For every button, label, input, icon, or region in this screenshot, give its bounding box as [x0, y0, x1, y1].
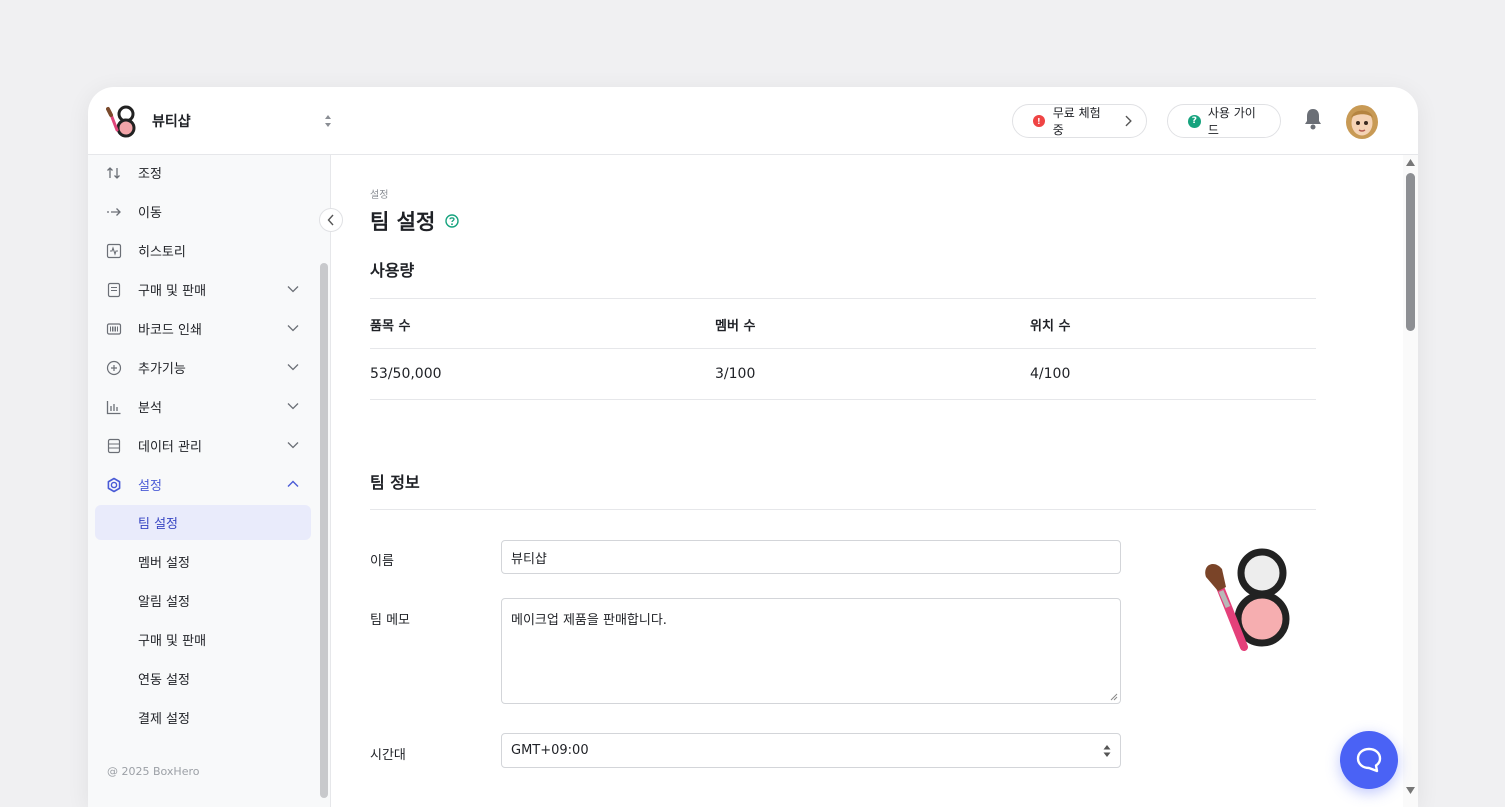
help-icon: ? — [1188, 114, 1201, 128]
barcode-icon — [106, 321, 122, 337]
timezone-value: GMT+09:00 — [511, 743, 589, 758]
sidebar-item-adjust[interactable]: 조정 — [95, 155, 311, 190]
sidebar-item-add-ons[interactable]: 추가기능 — [95, 350, 311, 385]
sidebar-item-label: 분석 — [138, 401, 162, 416]
sidebar-item-label: 설정 — [138, 479, 162, 494]
page-title: 팀 설정 — [370, 206, 459, 236]
notification-bell-icon[interactable] — [1304, 108, 1322, 130]
user-guide-button[interactable]: ? 사용 가이드 — [1167, 104, 1281, 138]
team-name: 뷰티샵 — [152, 114, 191, 130]
team-memo-text: 메이크업 제품을 판매합니다. — [511, 613, 667, 628]
free-trial-button[interactable]: ! 무료 체험 중 — [1012, 104, 1147, 138]
sidebar-item-history[interactable]: 히스토리 — [95, 233, 311, 268]
sidebar-item-label: 추가기능 — [138, 362, 186, 377]
sidebar: 조정 이동 히스토리 구매 및 판매 바코드 인쇄 추가기능 분석 데이터 관리… — [88, 155, 331, 807]
timezone-label: 시간대 — [370, 748, 406, 763]
chevron-up-icon — [287, 480, 299, 487]
name-label: 이름 — [370, 554, 394, 569]
team-info-section-title: 팀 정보 — [370, 473, 420, 492]
sidebar-item-settings[interactable]: 설정 — [95, 467, 311, 502]
sidebar-item-label: 이동 — [138, 206, 162, 221]
chevron-left-icon — [327, 214, 334, 226]
sidebar-item-data-management[interactable]: 데이터 관리 — [95, 428, 311, 463]
team-switcher[interactable]: 뷰티샵 — [106, 104, 332, 138]
sort-arrows-icon — [1103, 745, 1111, 757]
sidebar-scrollbar[interactable] — [320, 263, 328, 798]
divider — [370, 399, 1316, 400]
copyright-text: @ 2025 BoxHero — [107, 765, 200, 778]
resize-handle-icon[interactable] — [1110, 693, 1118, 701]
sidebar-item-label: 데이터 관리 — [138, 440, 202, 455]
bar-chart-icon — [106, 399, 122, 415]
scroll-up-arrow-icon[interactable] — [1406, 159, 1415, 166]
sidebar-item-move[interactable]: 이동 — [95, 194, 311, 229]
main-scrollbar-thumb[interactable] — [1406, 173, 1415, 331]
chevron-down-icon — [287, 364, 299, 371]
sidebar-subitem-member-settings[interactable]: 멤버 설정 — [95, 544, 311, 579]
gear-icon — [106, 477, 122, 493]
chevron-down-icon — [287, 286, 299, 293]
chevron-right-icon — [1125, 115, 1132, 127]
document-icon — [106, 282, 122, 298]
avatar[interactable] — [1344, 102, 1380, 140]
sidebar-item-label: 히스토리 — [138, 245, 186, 260]
sort-arrows-icon — [325, 115, 331, 127]
usage-section-title: 사용량 — [370, 261, 415, 280]
sidebar-item-barcode-print[interactable]: 바코드 인쇄 — [95, 311, 311, 346]
top-bar: 뷰티샵 ! 무료 체험 중 ? 사용 가이드 — [88, 87, 1418, 155]
adjust-arrows-icon — [106, 165, 122, 181]
sidebar-subitem-purchase-sales[interactable]: 구매 및 판매 — [95, 622, 311, 657]
usage-header-items: 품목 수 — [370, 319, 411, 334]
sidebar-item-purchase-sales[interactable]: 구매 및 판매 — [95, 272, 311, 307]
move-arrow-icon — [106, 204, 122, 220]
chat-support-button[interactable] — [1340, 731, 1398, 789]
usage-header-locations: 위치 수 — [1030, 319, 1071, 334]
timezone-select[interactable]: GMT+09:00 — [501, 733, 1121, 768]
history-icon — [106, 243, 122, 259]
sidebar-subitem-team-settings[interactable]: 팀 설정 — [95, 505, 311, 540]
free-trial-label: 무료 체험 중 — [1052, 106, 1101, 137]
divider — [370, 298, 1316, 299]
chevron-down-icon — [287, 325, 299, 332]
sidebar-subitem-notification-settings[interactable]: 알림 설정 — [95, 583, 311, 618]
sidebar-subitem-billing-settings[interactable]: 결제 설정 — [95, 700, 311, 735]
divider — [370, 348, 1316, 349]
team-logo-image[interactable] — [1204, 547, 1298, 653]
sidebar-item-label: 조정 — [138, 167, 162, 182]
app-window: 뷰티샵 ! 무료 체험 중 ? 사용 가이드 조정 이동 히스토리 구매 및 판… — [88, 87, 1418, 807]
main-content: 설정 팀 설정 사용량 품목 수 멤버 수 위치 수 53/50,000 3/1… — [331, 155, 1403, 807]
sidebar-item-label: 바코드 인쇄 — [138, 323, 202, 338]
alert-icon: ! — [1033, 115, 1045, 127]
chevron-down-icon — [287, 403, 299, 410]
chevron-down-icon — [287, 442, 299, 449]
team-name-input[interactable]: 뷰티샵 — [501, 540, 1121, 574]
sidebar-item-label: 구매 및 판매 — [138, 284, 207, 299]
sidebar-subitem-integration-settings[interactable]: 연동 설정 — [95, 661, 311, 696]
usage-header-members: 멤버 수 — [715, 319, 756, 334]
chat-bubble-icon — [1356, 747, 1382, 773]
scroll-down-arrow-icon[interactable] — [1406, 787, 1415, 794]
database-icon — [106, 438, 122, 454]
divider — [370, 509, 1316, 510]
breadcrumb[interactable]: 설정 — [370, 186, 388, 201]
usage-value-members: 3/100 — [715, 366, 756, 382]
user-guide-label: 사용 가이드 — [1207, 106, 1256, 137]
team-logo-icon — [106, 105, 136, 138]
plus-circle-icon — [106, 360, 122, 376]
usage-value-items: 53/50,000 — [370, 366, 442, 382]
usage-value-locations: 4/100 — [1030, 366, 1071, 382]
team-memo-textarea[interactable]: 메이크업 제품을 판매합니다. — [501, 598, 1121, 704]
help-circle-icon[interactable] — [445, 214, 459, 228]
sidebar-item-analytics[interactable]: 분석 — [95, 389, 311, 424]
page-title-text: 팀 설정 — [370, 210, 436, 234]
collapse-sidebar-button[interactable] — [319, 208, 343, 232]
memo-label: 팀 메모 — [370, 613, 411, 628]
